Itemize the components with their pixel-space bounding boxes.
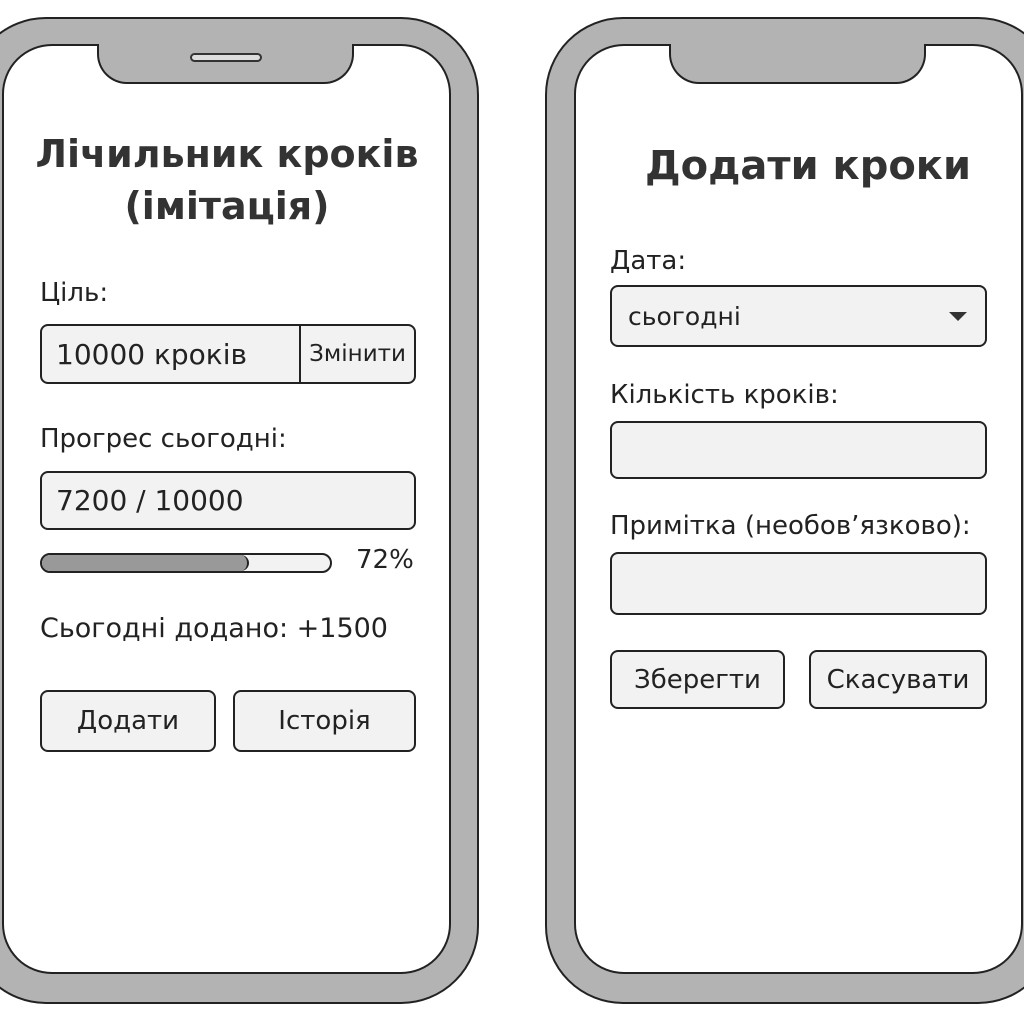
progress-bar (40, 553, 332, 573)
speaker-icon (190, 53, 262, 62)
progress-bar-fill (42, 555, 250, 571)
progress-field: 7200 / 10000 (40, 471, 416, 530)
progress-percent: 72% (356, 545, 414, 575)
goal-value: 10000 кроків (56, 337, 247, 371)
title-line-2: (імітація) (124, 184, 330, 228)
progress-label: Прогрес сьогодні: (40, 424, 287, 454)
note-label: Примітка (необов’язково): (610, 511, 971, 541)
goal-field: 10000 кроків Змінити (40, 324, 416, 384)
add-button[interactable]: Додати (40, 690, 216, 752)
steps-label: Кількість кроків: (610, 380, 839, 410)
change-goal-button[interactable]: Змінити (299, 326, 414, 382)
history-button[interactable]: Історія (233, 690, 416, 752)
steps-input[interactable] (610, 421, 987, 479)
add-steps-title: Додати кроки (645, 143, 971, 189)
goal-label: Ціль: (40, 278, 109, 308)
added-today-text: Сьогодні додано: +1500 (40, 613, 388, 644)
save-button[interactable]: Зберегти (610, 650, 785, 709)
phone-notch-right (669, 44, 926, 84)
phone-notch-left (97, 44, 354, 84)
date-selected-value: сьогодні (628, 301, 741, 331)
caret-down-icon (949, 311, 967, 321)
date-label: Дата: (610, 246, 687, 276)
cancel-button[interactable]: Скасувати (809, 650, 987, 709)
date-select[interactable]: сьогодні (610, 285, 987, 347)
note-input[interactable] (610, 552, 987, 615)
title-line-1: Лічильник кроків (35, 132, 419, 176)
page-title: Лічильник кроків (імітація) (20, 128, 434, 232)
